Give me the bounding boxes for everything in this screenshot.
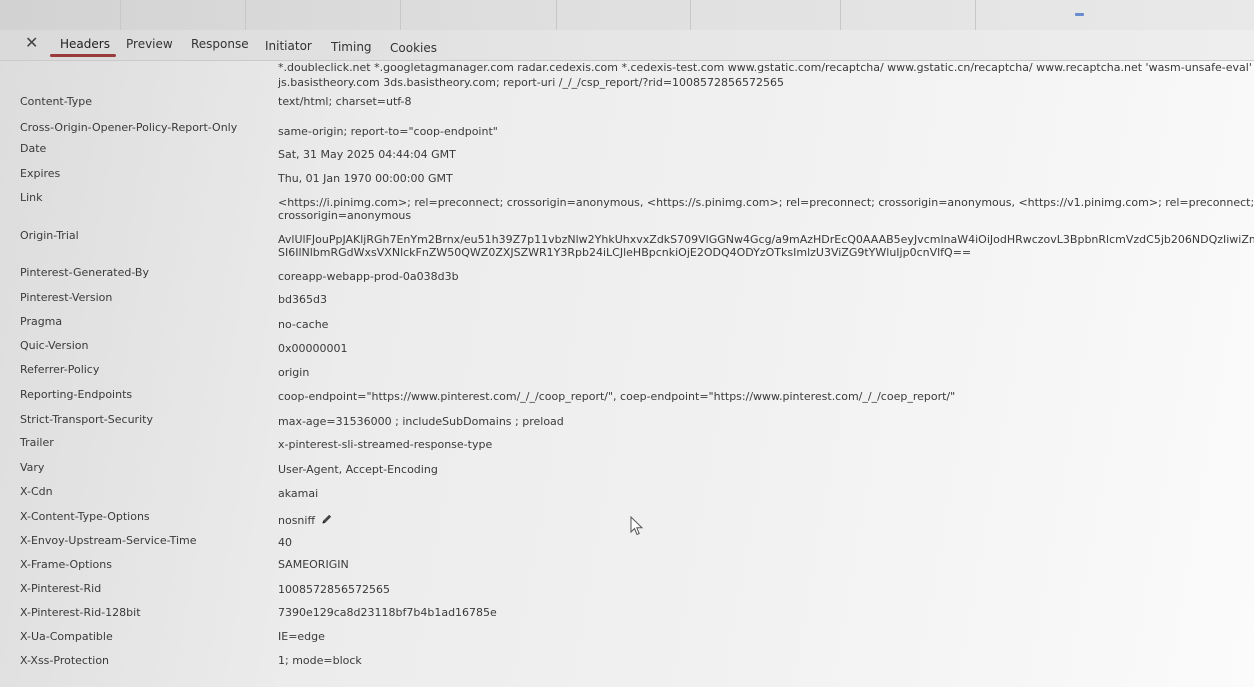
header-value: x-pinterest-sli-streamed-response-type	[278, 439, 492, 451]
header-value: text/html; charset=utf-8	[278, 96, 412, 108]
tab-preview[interactable]: Preview	[126, 37, 173, 51]
header-name: Referrer-Policy	[20, 363, 100, 376]
header-value-line: 0x00000001	[278, 342, 348, 355]
header-value-line: coop-endpoint="https://www.pinterest.com…	[278, 390, 956, 403]
header-value-line: max-age=31536000 ; includeSubDomains ; p…	[278, 415, 564, 428]
header-value: 1008572856572565	[278, 584, 390, 596]
header-value: AvlUlFJouPpJAKljRGh7EnYm2Brnx/eu51h39Z7p…	[278, 234, 1254, 259]
header-name: Content-Type	[20, 95, 92, 108]
header-value: coop-endpoint="https://www.pinterest.com…	[278, 391, 955, 403]
header-name: X-Frame-Options	[20, 558, 112, 571]
header-value-line: *.doubleclick.net *.googletagmanager.com…	[278, 61, 1252, 74]
header-value: 40	[278, 537, 292, 549]
header-name: Pragma	[20, 315, 63, 328]
response-headers-list: *.doubleclick.net *.googletagmanager.com…	[0, 60, 1254, 687]
header-value-line: 7390e129ca8d23118bf7b4b1ad16785e	[278, 606, 497, 619]
header-value-line: 40	[278, 536, 292, 549]
header-value: origin	[278, 367, 309, 379]
header-value: <https://i.pinimg.com>; rel=preconnect; …	[278, 197, 1254, 222]
header-value: Thu, 01 Jan 1970 00:00:00 GMT	[278, 173, 453, 185]
header-value-line: crossorigin=anonymous	[278, 209, 412, 222]
header-name: X-Pinterest-Rid-128bit	[20, 606, 141, 619]
tab-bar: ✕ Headers Preview Response Initiator Tim…	[0, 30, 1254, 61]
header-value: 7390e129ca8d23118bf7b4b1ad16785e	[278, 607, 497, 619]
header-value: IE=edge	[278, 631, 325, 643]
header-value-line: bd365d3	[278, 293, 327, 306]
header-name: Origin-Trial	[20, 229, 79, 242]
tab-headers[interactable]: Headers	[60, 37, 110, 51]
header-name: Pinterest-Version	[20, 291, 113, 304]
header-value-line: js.basistheory.com 3ds.basistheory.com; …	[278, 76, 785, 89]
header-value: bd365d3	[278, 294, 327, 306]
tab-cookies[interactable]: Cookies	[390, 41, 437, 55]
active-tab-underline	[50, 54, 116, 57]
header-name: X-Envoy-Upstream-Service-Time	[20, 534, 197, 547]
pencil-icon[interactable]	[321, 513, 333, 528]
header-value-line: AvlUlFJouPpJAKljRGh7EnYm2Brnx/eu51h39Z7p…	[278, 233, 1254, 246]
tab-response[interactable]: Response	[191, 37, 249, 51]
toolbar-indicator	[1075, 13, 1084, 16]
header-value-line: Thu, 01 Jan 1970 00:00:00 GMT	[278, 172, 453, 185]
header-name: Expires	[20, 167, 61, 180]
header-value-line: no-cache	[278, 318, 329, 331]
header-value-line: coreapp-webapp-prod-0a038d3b	[278, 270, 459, 283]
header-value: max-age=31536000 ; includeSubDomains ; p…	[278, 416, 564, 428]
header-value-line: SI6IlNlbmRGdWxsVXNlckFnZW50QWZ0ZXJSZWR1Y…	[278, 246, 972, 259]
tab-initiator[interactable]: Initiator	[265, 39, 312, 53]
header-value: Sat, 31 May 2025 04:44:04 GMT	[278, 149, 456, 161]
header-value: *.doubleclick.net *.googletagmanager.com…	[278, 62, 1252, 89]
header-value-line: origin	[278, 366, 310, 379]
header-name: X-Pinterest-Rid	[20, 582, 102, 595]
header-value: no-cache	[278, 319, 328, 331]
header-name: X-Cdn	[20, 485, 53, 498]
header-value: coreapp-webapp-prod-0a038d3b	[278, 271, 459, 283]
header-name: X-Xss-Protection	[20, 654, 110, 667]
header-value-line: IE=edge	[278, 630, 325, 643]
header-name: Date	[20, 142, 47, 155]
header-name: Reporting-Endpoints	[20, 388, 133, 401]
devtools-screen: ✕ Headers Preview Response Initiator Tim…	[0, 0, 1254, 687]
header-value-line: SAMEORIGIN	[278, 558, 349, 571]
header-value-line: 1; mode=block	[278, 654, 362, 667]
header-name: Vary	[20, 461, 45, 474]
tab-timing[interactable]: Timing	[331, 40, 372, 54]
header-value-line: x-pinterest-sli-streamed-response-type	[278, 438, 493, 451]
header-name: Cross-Origin-Opener-Policy-Report-Only	[20, 121, 238, 134]
header-name: X-Ua-Compatible	[20, 630, 113, 643]
header-value-line: same-origin; report-to="coop-endpoint"	[278, 125, 498, 138]
header-value-line: Sat, 31 May 2025 04:44:04 GMT	[278, 148, 456, 161]
header-value: same-origin; report-to="coop-endpoint"	[278, 126, 498, 138]
header-value-line: User-Agent, Accept-Encoding	[278, 463, 438, 476]
header-name: Strict-Transport-Security	[20, 413, 153, 426]
top-toolbar-strip	[0, 0, 1254, 31]
header-name: Quic-Version	[20, 339, 89, 352]
header-name: Link	[20, 191, 43, 204]
header-value-text: nosniff	[278, 514, 316, 527]
header-value-line: nosniff	[278, 513, 333, 528]
header-name: Trailer	[20, 436, 54, 449]
header-value: 1; mode=block	[278, 655, 362, 667]
header-value-line: 1008572856572565	[278, 583, 390, 596]
header-name: X-Content-Type-Options	[20, 510, 150, 523]
header-value: akamai	[278, 488, 318, 500]
header-value: SAMEORIGIN	[278, 559, 349, 571]
close-icon[interactable]: ✕	[25, 33, 38, 52]
header-value: User-Agent, Accept-Encoding	[278, 464, 438, 476]
header-value-line: text/html; charset=utf-8	[278, 95, 412, 108]
header-value-line: akamai	[278, 487, 319, 500]
header-name: Pinterest-Generated-By	[20, 266, 149, 279]
header-value: 0x00000001	[278, 343, 348, 355]
header-value: nosniff	[278, 513, 333, 528]
header-value-line: <https://i.pinimg.com>; rel=preconnect; …	[278, 196, 1254, 209]
mouse-pointer-icon	[630, 515, 644, 540]
